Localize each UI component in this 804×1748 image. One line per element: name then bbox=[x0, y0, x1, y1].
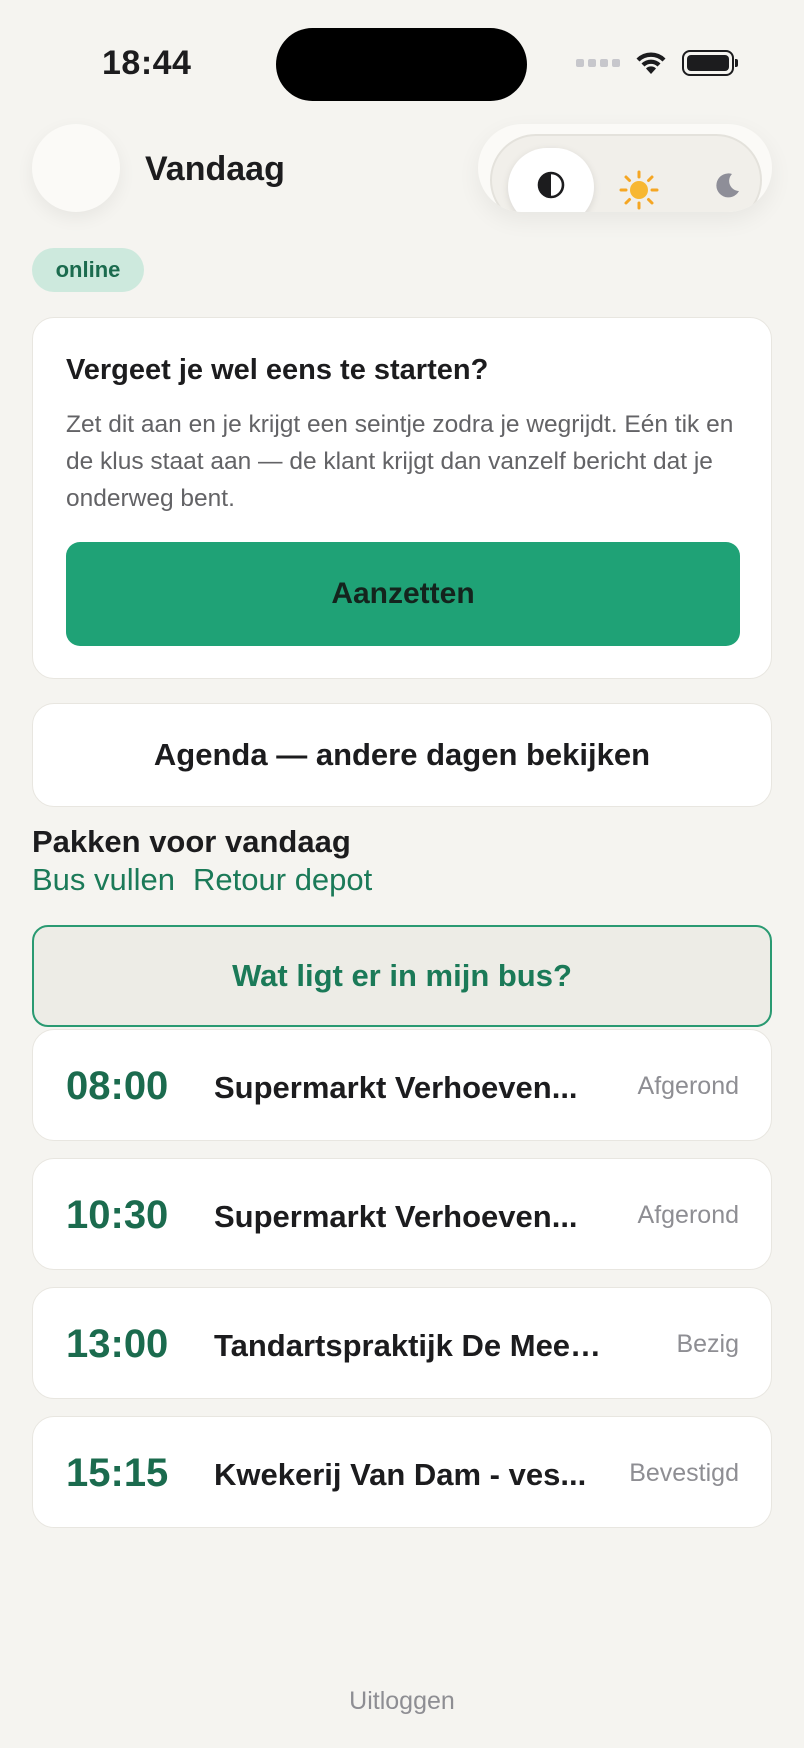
job-status: Afgerond bbox=[637, 1072, 739, 1100]
job-name: Tandartspraktijk De Meern... bbox=[214, 1328, 604, 1363]
job-name: Supermarkt Verhoeven... bbox=[214, 1070, 578, 1105]
battery-icon bbox=[682, 50, 738, 76]
page-title: Vandaag bbox=[145, 150, 285, 188]
fill-bus-link[interactable]: Bus vullen bbox=[32, 862, 175, 898]
wifi-icon bbox=[636, 52, 666, 74]
job-time: 15:15 bbox=[66, 1451, 169, 1495]
theme-toggle-track bbox=[490, 134, 762, 212]
bus-contents-button[interactable]: Wat ligt er in mijn bus? bbox=[32, 925, 772, 1027]
theme-option-auto[interactable] bbox=[508, 148, 594, 212]
auto-start-description: Zet dit aan en je krijgt een seintje zod… bbox=[66, 411, 734, 512]
job-row[interactable]: 15:15 Kwekerij Van Dam - ves... Bevestig… bbox=[32, 1416, 772, 1528]
status-badge: online bbox=[32, 248, 144, 292]
agenda-button[interactable]: Agenda — andere dagen bekijken bbox=[32, 703, 772, 807]
packing-title: Pakken voor vandaag bbox=[32, 824, 351, 859]
cellular-signal-icon bbox=[576, 59, 620, 67]
app-screen: 18:44 Vandaag online Vergeet je wel eens… bbox=[0, 0, 804, 1748]
job-time: 08:00 bbox=[66, 1064, 169, 1108]
job-time: 10:30 bbox=[66, 1193, 169, 1237]
job-row[interactable]: 08:00 Supermarkt Verhoeven... Afgerond bbox=[32, 1029, 772, 1141]
logout-link[interactable]: Uitloggen bbox=[0, 1687, 804, 1716]
job-time: 13:00 bbox=[66, 1322, 169, 1366]
auto-start-card: Vergeet je wel eens te starten? Zet dit … bbox=[32, 317, 772, 679]
moon-icon bbox=[716, 173, 739, 198]
job-name: Kwekerij Van Dam - ves... bbox=[214, 1457, 587, 1492]
job-status: Bevestigd bbox=[629, 1459, 739, 1487]
status-time: 18:44 bbox=[102, 44, 192, 82]
dynamic-island bbox=[276, 28, 527, 101]
theme-option-dark[interactable] bbox=[684, 148, 770, 212]
sun-icon bbox=[619, 170, 659, 210]
job-row[interactable]: 10:30 Supermarkt Verhoeven... Afgerond bbox=[32, 1158, 772, 1270]
theme-option-light[interactable] bbox=[596, 148, 682, 212]
job-name: Supermarkt Verhoeven... bbox=[214, 1199, 578, 1234]
avatar[interactable] bbox=[32, 124, 120, 212]
contrast-icon bbox=[537, 171, 565, 199]
packing-links: Bus vullen Retour depot bbox=[32, 862, 372, 898]
enable-button[interactable]: Aanzetten bbox=[66, 542, 740, 646]
auto-start-title: Vergeet je wel eens te starten? bbox=[66, 354, 489, 386]
theme-toggle bbox=[478, 124, 772, 212]
job-status: Bezig bbox=[676, 1330, 739, 1358]
status-indicators bbox=[576, 50, 738, 76]
job-status: Afgerond bbox=[637, 1201, 739, 1229]
job-row[interactable]: 13:00 Tandartspraktijk De Meern... Bezig bbox=[32, 1287, 772, 1399]
return-depot-link[interactable]: Retour depot bbox=[193, 862, 372, 898]
